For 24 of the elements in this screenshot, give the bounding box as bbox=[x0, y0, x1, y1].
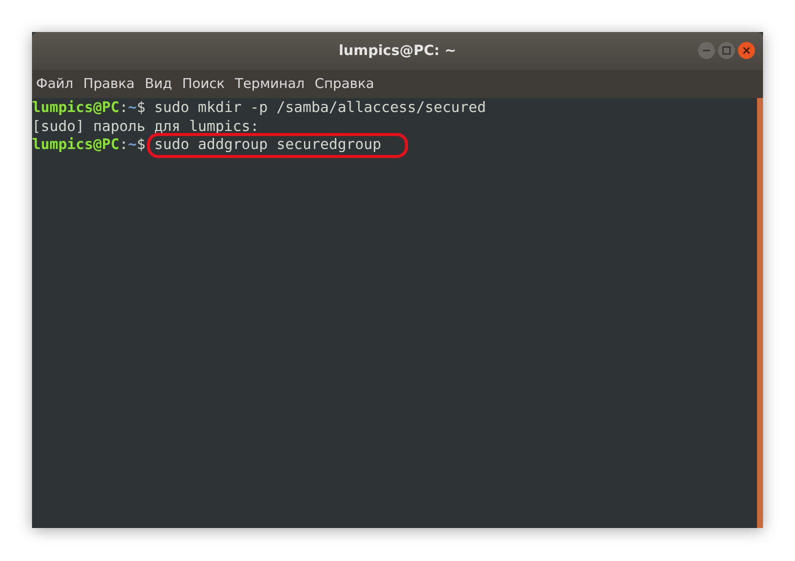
prompt-separator: : bbox=[119, 136, 128, 154]
prompt-separator: : bbox=[119, 99, 128, 118]
minimize-button[interactable] bbox=[698, 42, 715, 59]
maximize-button[interactable] bbox=[718, 42, 735, 59]
menu-item[interactable]: Поиск bbox=[182, 76, 225, 92]
scrollbar[interactable] bbox=[757, 98, 763, 528]
output-text: [sudo] пароль для lumpics: bbox=[32, 118, 259, 136]
close-icon bbox=[742, 46, 751, 55]
prompt-user: lumpics@PC bbox=[32, 136, 120, 154]
menu-item[interactable]: Справка bbox=[314, 76, 374, 92]
menu-item[interactable]: Терминал bbox=[234, 76, 305, 92]
prompt-sign: $ bbox=[136, 136, 147, 154]
prompt-sign: $ bbox=[136, 99, 147, 118]
maximize-icon bbox=[722, 46, 731, 55]
window-title: lumpics@PC: ~ bbox=[338, 43, 456, 59]
close-button[interactable] bbox=[738, 42, 755, 59]
prompt-user: lumpics@PC bbox=[32, 99, 120, 118]
prompt-path: ~ bbox=[128, 136, 137, 154]
prompt-path: ~ bbox=[128, 99, 137, 118]
command-text: sudo mkdir -p /samba/allaccess/secured bbox=[154, 99, 486, 118]
menu-item[interactable]: Вид bbox=[144, 76, 172, 92]
menu-item[interactable]: Файл bbox=[36, 76, 74, 92]
menu-item[interactable]: Правка bbox=[83, 76, 135, 92]
command-text: sudo addgroup securedgroup bbox=[150, 136, 406, 154]
